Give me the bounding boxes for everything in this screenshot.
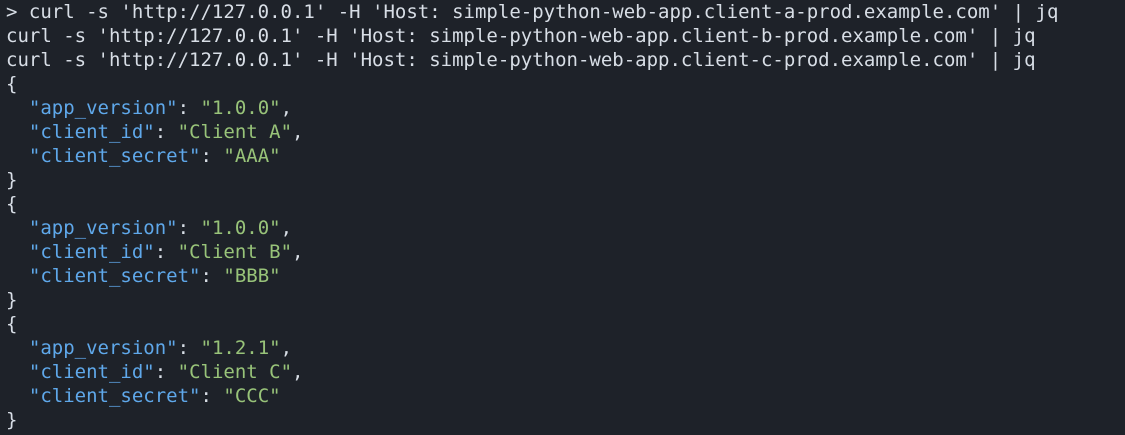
json-open-brace: { (6, 73, 18, 95)
json-open-brace: { (6, 193, 18, 215)
json-key: "app_version" (28, 97, 178, 119)
json-close-brace: } (6, 409, 18, 431)
json-comma: , (280, 97, 293, 119)
json-field: "client_id": "Client C", (6, 360, 1125, 384)
json-comma: , (292, 241, 304, 263)
json-field: "client_secret": "BBB" (6, 264, 1125, 288)
command-line-2: curl -s 'http://127.0.0.1' -H 'Host: sim… (6, 25, 1036, 47)
json-open-brace: { (6, 313, 18, 335)
json-key: "client_secret" (28, 385, 201, 407)
json-key: "app_version" (28, 217, 178, 239)
json-key: "client_id" (28, 361, 155, 383)
json-separator: : (154, 121, 178, 143)
json-separator: : (200, 145, 224, 167)
json-key: "client_id" (28, 241, 155, 263)
json-separator: : (154, 361, 178, 383)
json-field: "app_version": "1.2.1", (6, 336, 1125, 360)
json-value: "1.0.0" (200, 97, 281, 119)
json-value: "AAA" (223, 145, 281, 167)
json-value: "Client A" (177, 121, 293, 143)
json-comma: , (292, 361, 304, 383)
command-line-3: curl -s 'http://127.0.0.1' -H 'Host: sim… (6, 49, 1036, 71)
json-field: "client_secret": "AAA" (6, 144, 1125, 168)
json-key: "client_id" (28, 121, 155, 143)
json-field: "client_id": "Client B", (6, 240, 1125, 264)
json-comma: , (280, 337, 293, 359)
json-key: "client_secret" (28, 265, 201, 287)
json-field: "app_version": "1.0.0", (6, 96, 1125, 120)
json-key: "client_secret" (28, 145, 201, 167)
json-close-brace: } (6, 289, 18, 311)
terminal-window[interactable]: > curl -s 'http://127.0.0.1' -H 'Host: s… (0, 0, 1125, 435)
json-value: "1.0.0" (200, 217, 281, 239)
json-field: "client_id": "Client A", (6, 120, 1125, 144)
json-separator: : (154, 241, 178, 263)
json-separator: : (177, 97, 201, 119)
json-field: "client_secret": "CCC" (6, 384, 1125, 408)
json-value: "CCC" (223, 385, 281, 407)
json-comma: , (280, 217, 293, 239)
json-key: "app_version" (28, 337, 178, 359)
command-line-1: > curl -s 'http://127.0.0.1' -H 'Host: s… (6, 1, 1059, 23)
json-value: "Client C" (177, 361, 293, 383)
json-field: "app_version": "1.0.0", (6, 216, 1125, 240)
json-separator: : (177, 217, 201, 239)
json-value: "1.2.1" (200, 337, 281, 359)
json-close-brace: } (6, 169, 18, 191)
json-separator: : (200, 265, 224, 287)
json-comma: , (292, 121, 304, 143)
json-separator: : (177, 337, 201, 359)
json-value: "Client B" (177, 241, 293, 263)
json-separator: : (200, 385, 224, 407)
json-value: "BBB" (223, 265, 281, 287)
